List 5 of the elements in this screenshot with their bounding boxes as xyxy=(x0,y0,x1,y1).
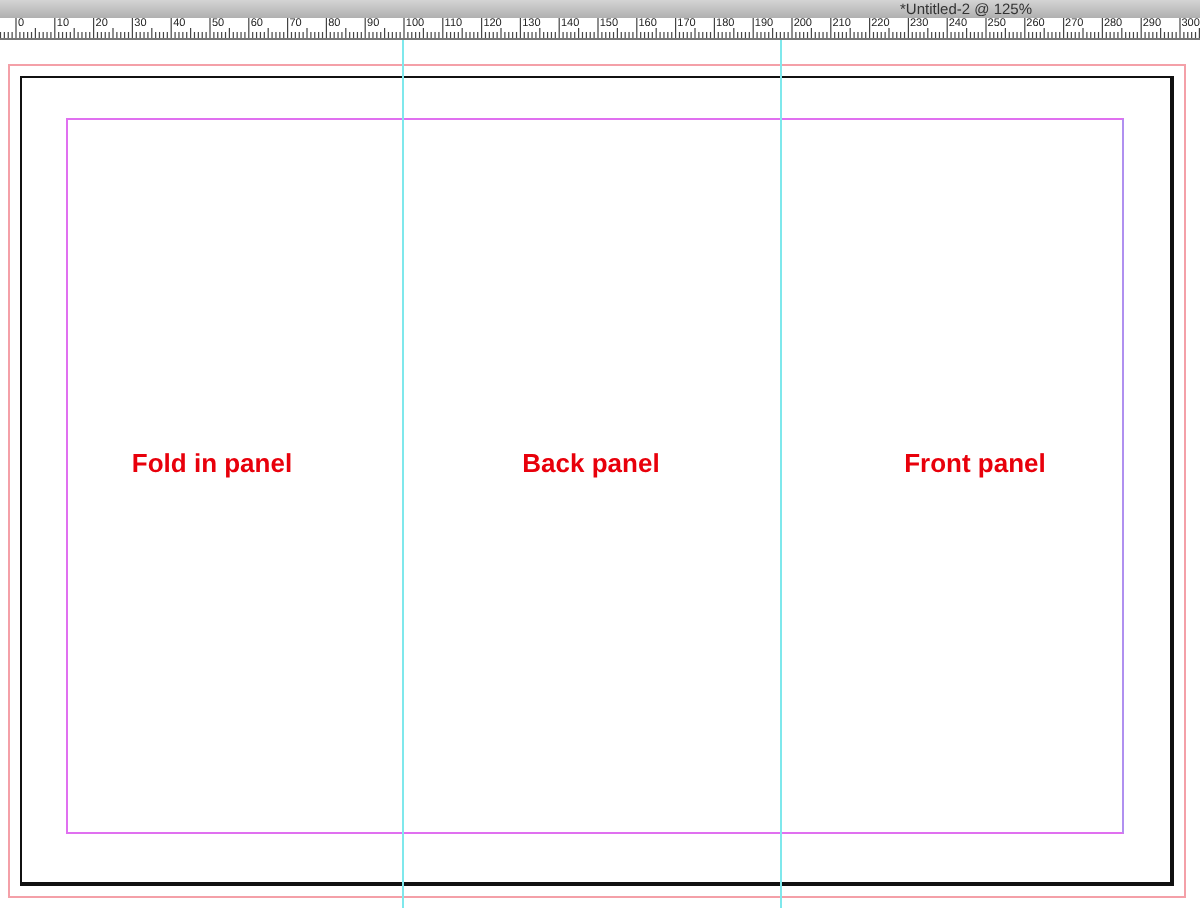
panel-label: Back panel xyxy=(522,447,660,477)
guide-line[interactable] xyxy=(780,40,782,908)
panel-label: Front panel xyxy=(904,447,1046,477)
guide-line[interactable] xyxy=(402,40,404,908)
panel-label: Fold in panel xyxy=(131,447,293,477)
